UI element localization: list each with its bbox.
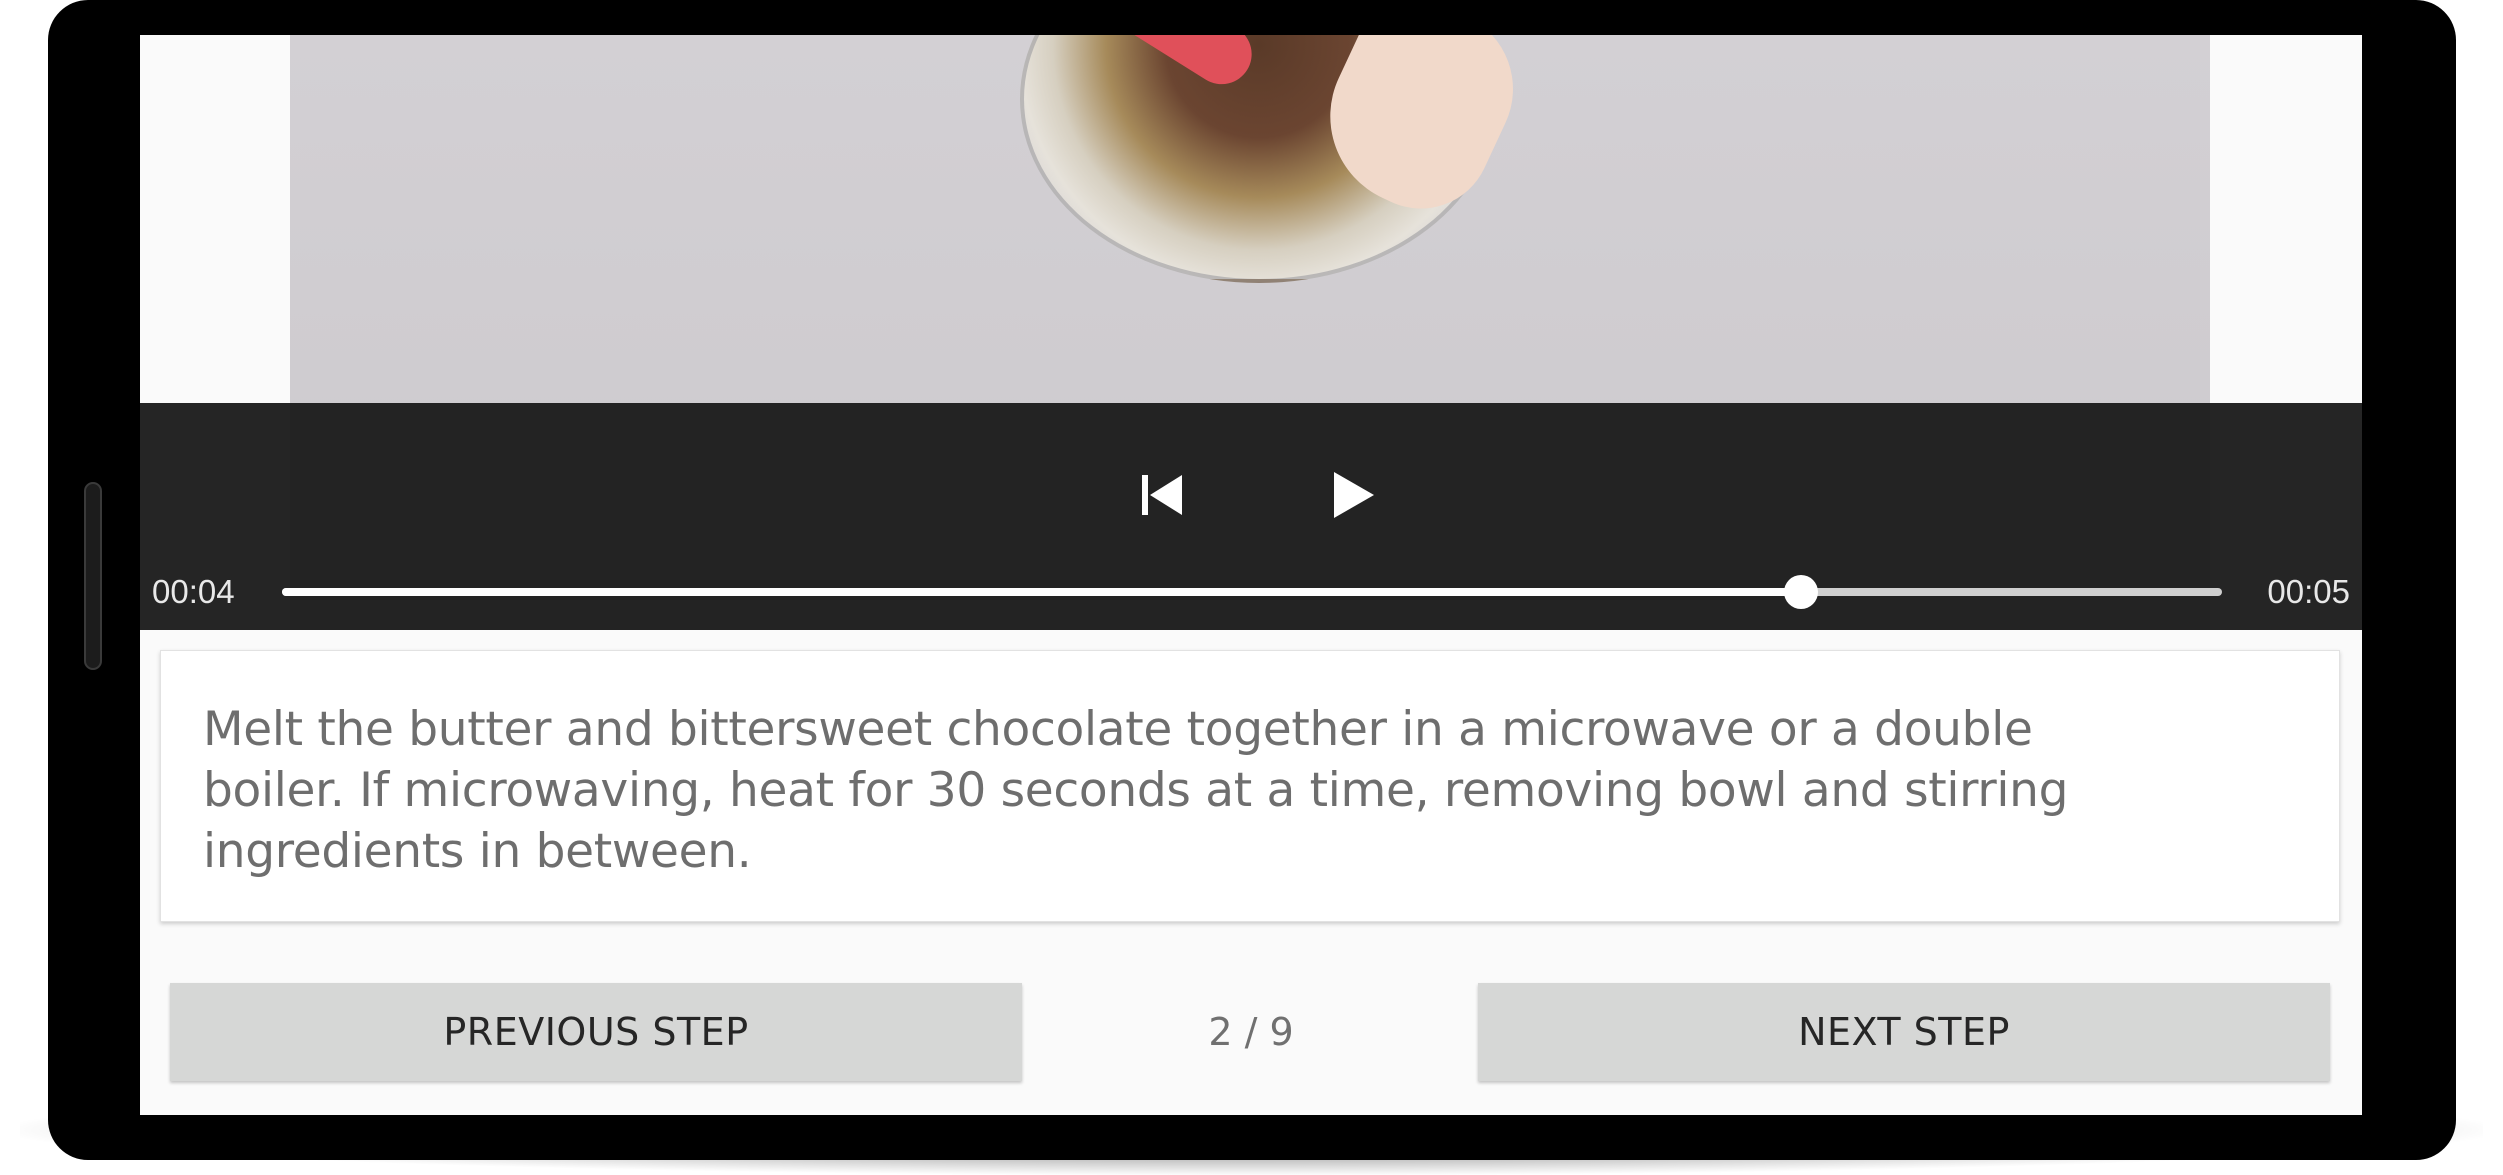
previous-step-button[interactable]: PREVIOUS STEP — [170, 983, 1022, 1081]
app-screen: 00:04 00:05 Melt the butter and bittersw… — [140, 35, 2362, 1115]
video-player[interactable]: 00:04 00:05 — [140, 35, 2362, 630]
seek-bar[interactable] — [282, 575, 2222, 609]
seek-progress — [282, 588, 1802, 596]
step-description-card: Melt the butter and bittersweet chocolat… — [160, 650, 2340, 922]
play-button[interactable] — [1318, 459, 1390, 531]
device-side-button — [84, 482, 102, 670]
video-controls: 00:04 00:05 — [140, 403, 2362, 630]
next-step-button[interactable]: NEXT STEP — [1478, 983, 2330, 1081]
skip-previous-button[interactable] — [1130, 463, 1194, 527]
duration-time: 00:05 — [2267, 573, 2350, 610]
step-description: Melt the butter and bittersweet chocolat… — [203, 702, 2069, 879]
current-time: 00:04 — [152, 573, 235, 610]
play-icon — [1334, 472, 1374, 518]
seek-thumb[interactable] — [1784, 575, 1819, 609]
skip-previous-icon — [1142, 475, 1182, 515]
step-counter: 2 / 9 — [1208, 1010, 1294, 1054]
